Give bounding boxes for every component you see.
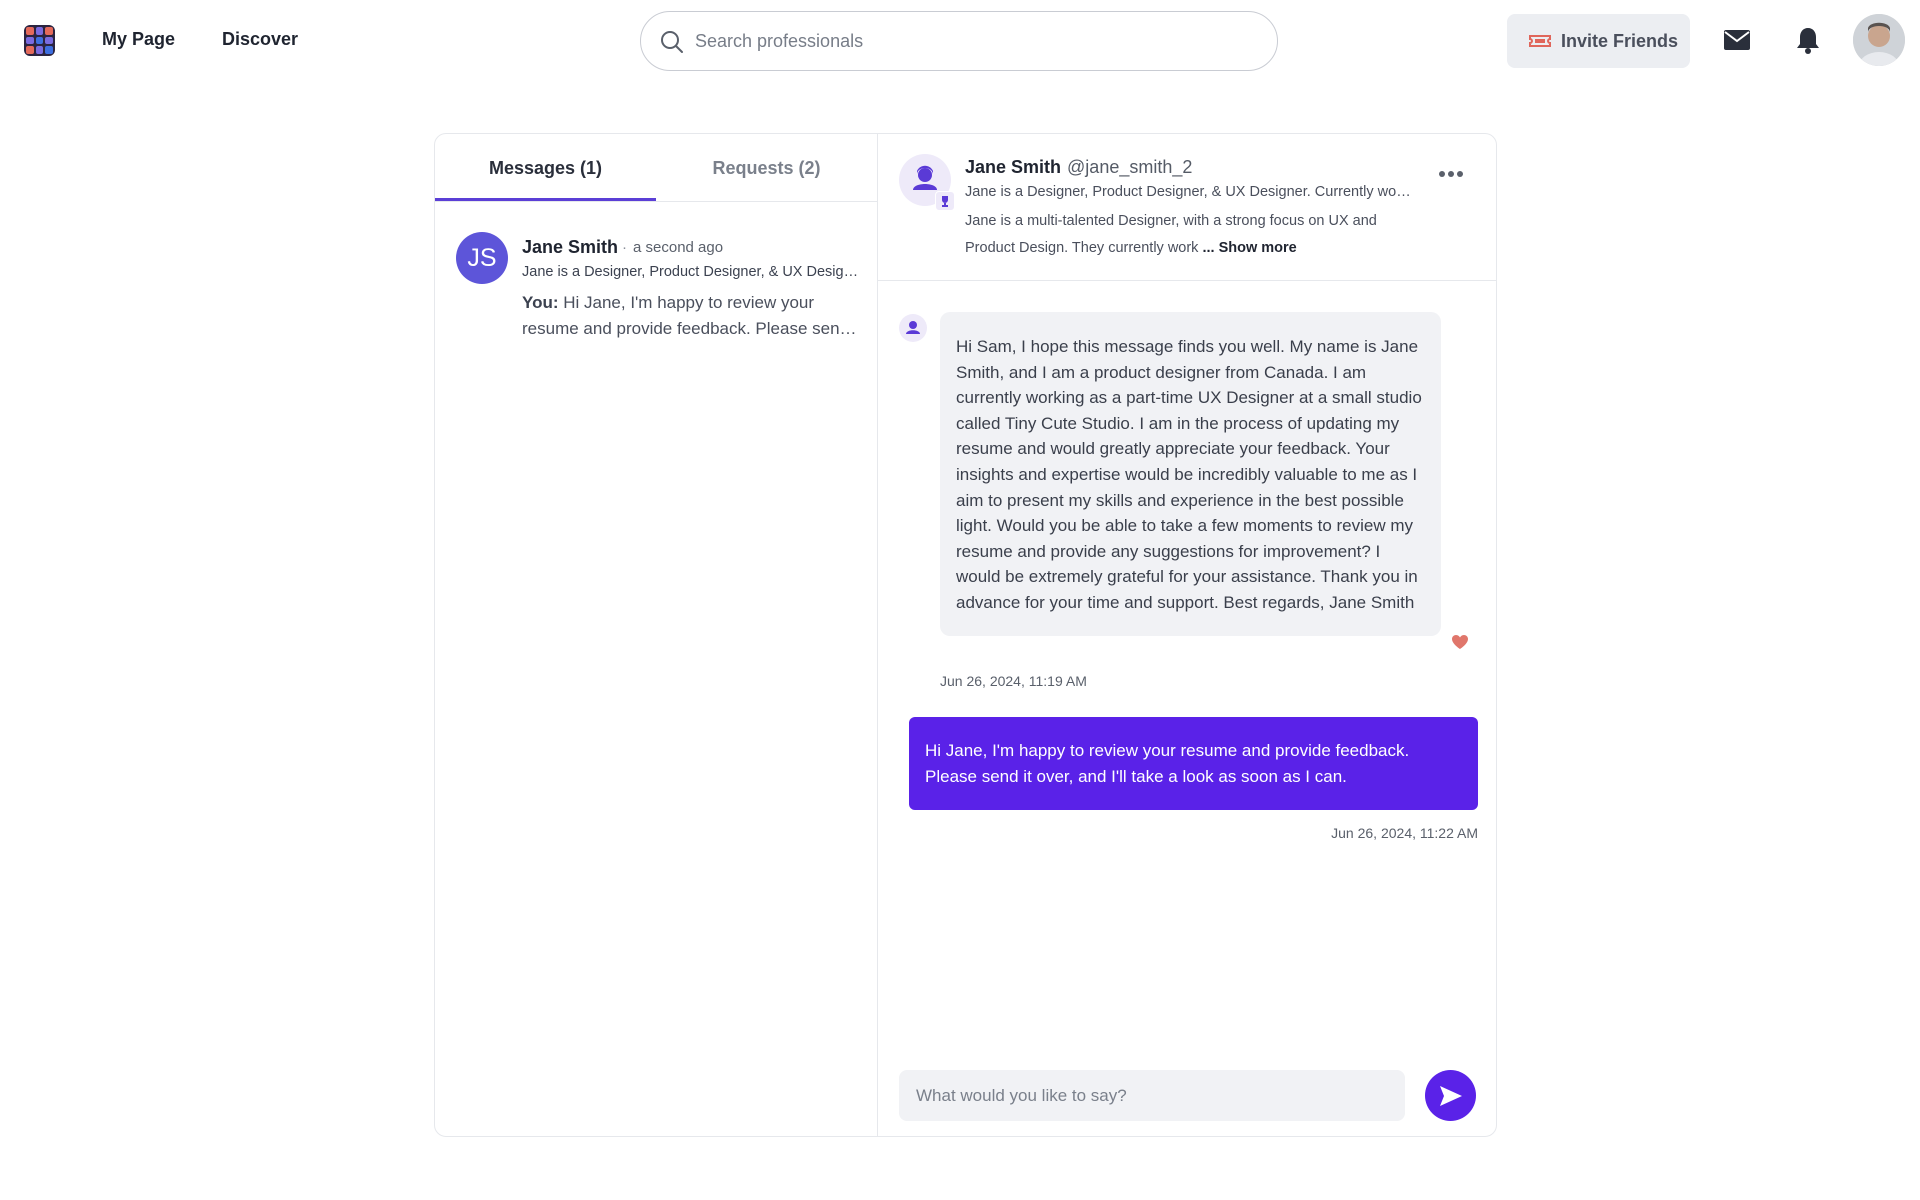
invite-friends-button[interactable]: Invite Friends <box>1507 14 1690 68</box>
active-tab-indicator <box>435 198 656 201</box>
chat-pane: Jane Smith @jane_smith_2 Jane is a Design… <box>878 134 1496 1136</box>
tab-messages[interactable]: Messages (1) <box>435 134 656 202</box>
message-input[interactable] <box>899 1070 1405 1121</box>
send-button[interactable] <box>1425 1070 1476 1121</box>
conversation-avatar: JS <box>456 232 508 284</box>
search-icon <box>661 31 683 53</box>
message-timestamp: Jun 26, 2024, 11:22 AM <box>1331 825 1478 841</box>
bell-icon[interactable] <box>1796 27 1820 54</box>
messaging-panel: Messages (1) Requests (2) JS Jane Smith … <box>434 133 1497 1137</box>
conversation-time: · a second ago <box>622 239 723 256</box>
profile-handle: @jane_smith_2 <box>1067 157 1193 177</box>
conversation-item[interactable]: JS Jane Smith · a second ago Jane is a De… <box>435 202 878 342</box>
sender-avatar <box>899 314 927 342</box>
heart-icon[interactable] <box>1451 634 1469 650</box>
invite-friends-label: Invite Friends <box>1561 30 1679 51</box>
preview-sender: You: <box>522 293 559 312</box>
person-icon <box>906 321 920 334</box>
separator-dot: · <box>622 239 627 256</box>
message-timestamp: Jun 26, 2024, 11:19 AM <box>940 673 1087 689</box>
nav-discover-link[interactable]: Discover <box>222 29 298 50</box>
more-horizontal-icon[interactable] <box>1438 170 1464 178</box>
chat-profile-header: Jane Smith @jane_smith_2 Jane is a Design… <box>878 134 1496 281</box>
incoming-message-bubble: Hi Sam, I hope this message finds you we… <box>940 312 1441 636</box>
preview-text: Hi Jane, I'm happy to review your resume… <box>522 293 849 338</box>
conversation-preview: You: Hi Jane, I'm happy to review your r… <box>522 290 862 342</box>
user-avatar[interactable] <box>1853 14 1905 66</box>
send-icon <box>1439 1085 1462 1106</box>
top-navigation-bar: My Page Discover Invite Friends <box>0 0 1920 82</box>
profile-badge-icon <box>935 191 955 211</box>
search-input[interactable] <box>695 12 1255 70</box>
conversation-name: Jane Smith <box>522 237 619 257</box>
message-tabs: Messages (1) Requests (2) <box>435 134 878 202</box>
user-avatar-image <box>1853 14 1905 66</box>
profile-name-text: Jane Smith <box>965 157 1062 177</box>
profile-bio-text: Jane is a multi-talented Designer, with … <box>965 213 1377 256</box>
profile-name[interactable]: Jane Smith @jane_smith_2 <box>965 157 1192 178</box>
conversation-time-text: a second ago <box>633 239 724 256</box>
conversation-list-pane: Messages (1) Requests (2) JS Jane Smith … <box>435 134 878 1136</box>
ticket-icon <box>1529 35 1551 47</box>
outgoing-message-bubble: Hi Jane, I'm happy to review your resume… <box>909 717 1478 810</box>
mail-icon[interactable] <box>1724 30 1750 50</box>
conversation-headline: Jane is a Designer, Product Designer, & … <box>522 264 862 280</box>
show-more-link[interactable]: ... Show more <box>1202 240 1296 256</box>
search-bar[interactable] <box>640 11 1278 71</box>
tab-requests[interactable]: Requests (2) <box>656 134 877 202</box>
nav-my-page-link[interactable]: My Page <box>102 29 175 50</box>
profile-headline: Jane is a Designer, Product Designer, & … <box>965 184 1413 200</box>
trophy-icon <box>942 196 948 207</box>
app-logo[interactable] <box>24 25 55 56</box>
profile-bio: Jane is a multi-talented Designer, with … <box>965 208 1413 262</box>
